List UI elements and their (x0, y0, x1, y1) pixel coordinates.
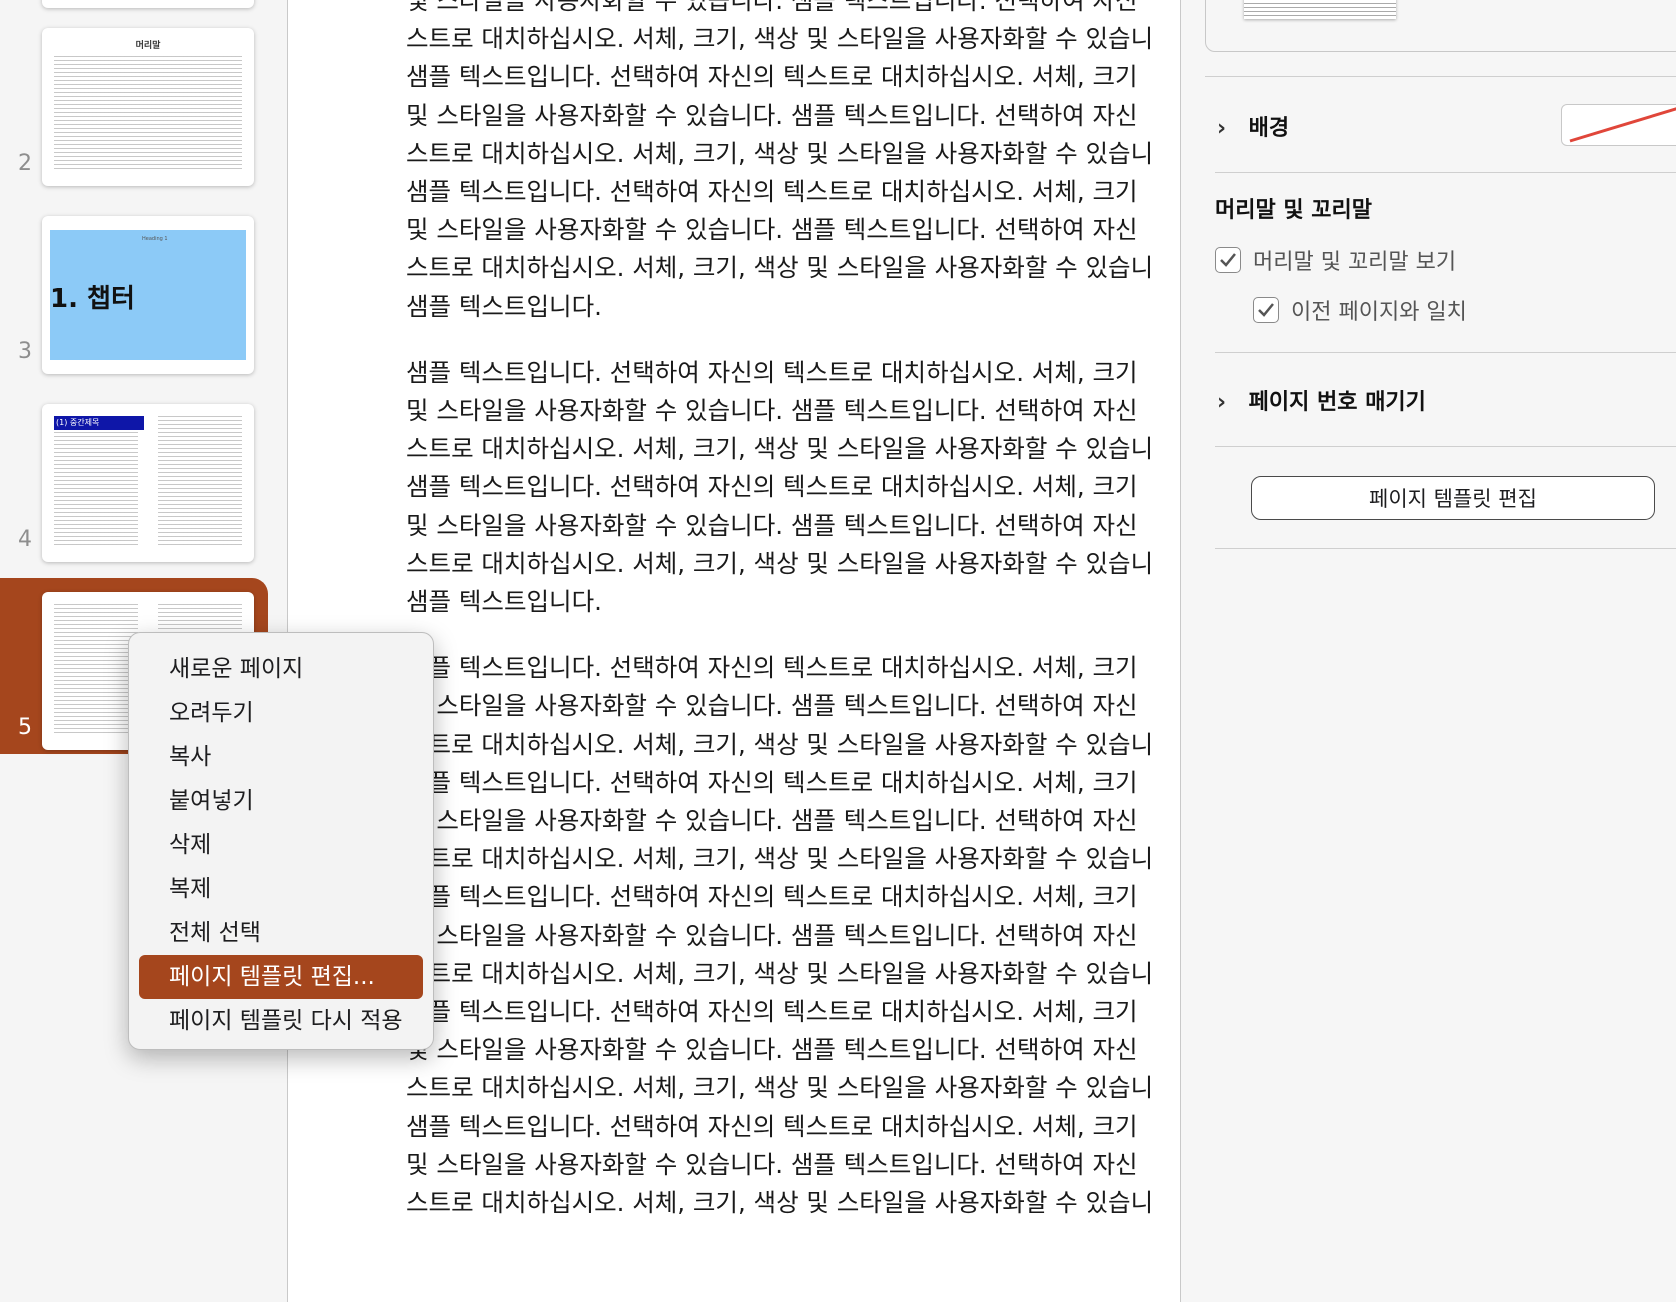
document-text-line: 및 스타일을 사용자화할 수 있습니다. 샘플 텍스트입니다. 선택하여 자신 (406, 0, 1138, 15)
document-text-line: 스트로 대치하십시오. 서체, 크기, 색상 및 스타일을 사용자화할 수 있습… (406, 24, 1154, 54)
menu-item-9[interactable]: 페이지 템플릿 다시 적용 (139, 999, 423, 1043)
checkmark-icon (1220, 253, 1236, 267)
page-numbering-label: 페이지 번호 매기기 (1248, 390, 1426, 415)
page-thumbnail-4[interactable]: (1) 중간제목 (42, 404, 254, 562)
document-text-line: 스트로 대치하십시오. 서체, 크기, 색상 및 스타일을 사용자화할 수 있습… (406, 548, 1154, 578)
document-text-line: 및 스타일을 사용자화할 수 있습니다. 샘플 텍스트입니다. 선택하여 자신 (406, 1035, 1138, 1065)
document-text-line: 및 스타일을 사용자화할 수 있습니다. 샘플 텍스트입니다. 선택하여 자신 (406, 396, 1138, 426)
thumbnail-text-lines (54, 56, 242, 172)
page-number: 4 (18, 527, 32, 552)
document-text-line: 및 스타일을 사용자화할 수 있습니다. 샘플 텍스트입니다. 선택하여 자신 (406, 1149, 1138, 1179)
divider (1215, 352, 1676, 353)
page-number: 5 (18, 715, 32, 740)
edit-page-template-button[interactable]: 페이지 템플릿 편집 (1251, 476, 1655, 520)
section-template-box[interactable]: 섭니 (1205, 0, 1676, 52)
chapter-small-text: Heading 1 (142, 236, 168, 242)
document-text-line: 샘플 텍스트입니다. 선택하여 자신의 텍스트로 대치하십시오. 서체, 크기 (406, 997, 1138, 1027)
document-text-line: 샘플 텍스트입니다. (406, 291, 602, 321)
show-header-footer-label: 머리말 및 꼬리말 보기 (1253, 250, 1457, 275)
thumbnail-text-lines (54, 604, 138, 736)
divider (1215, 548, 1676, 549)
chevron-right-icon: › (1217, 390, 1227, 415)
page-context-menu: 새로운 페이지 오려두기 복사 붙여넣기 삭제 복제 전체 선택 페이지 템플릿 편집... 페… (128, 632, 434, 1050)
header-footer-title: 머리말 및 꼬리말 (1215, 198, 1372, 223)
match-previous-label: 이전 페이지와 일치 (1291, 300, 1467, 325)
document-text-line: 스트로 대치하십시오. 서체, 크기, 색상 및 스타일을 사용자화할 수 있습… (406, 844, 1154, 874)
document-paragraph[interactable]: 샘플 텍스트입니다. 선택하여 자신의 텍스트로 대치하십시오. 서체, 크기및… (406, 649, 1166, 1222)
document-text-line: 스트로 대치하십시오. 서체, 크기, 색상 및 스타일을 사용자화할 수 있습… (406, 958, 1154, 988)
menu-item-5[interactable]: 삭제 (139, 823, 423, 867)
document-inspector: 섭니 › 배경 머리말 및 꼬리말 머리말 및 꼬리말 보기 이전 페이지와 일… (1180, 0, 1676, 1302)
document-text-line: 스트로 대치하십시오. 서체, 크기, 색상 및 스타일을 사용자화할 수 있습… (406, 138, 1154, 168)
document-text-line: 샘플 텍스트입니다. 선택하여 자신의 텍스트로 대치하십시오. 서체, 크기 (406, 767, 1138, 797)
thumbnail-text-lines (158, 416, 242, 548)
divider (1205, 76, 1676, 77)
document-text-line: 샘플 텍스트입니다. 선택하여 자신의 텍스트로 대치하십시오. 서체, 크기 (406, 653, 1138, 683)
menu-item-2[interactable]: 오려두기 (139, 691, 423, 735)
page-number: 3 (18, 339, 32, 364)
show-header-footer-checkbox[interactable] (1215, 247, 1241, 273)
document-text-line: 및 스타일을 사용자화할 수 있습니다. 샘플 텍스트입니다. 선택하여 자신 (406, 215, 1138, 245)
document-text-line: 스트로 대치하십시오. 서체, 크기, 색상 및 스타일을 사용자화할 수 있습… (406, 1188, 1154, 1218)
thumbnail-header-text: 머리말 (135, 41, 161, 51)
checkmark-icon (1258, 303, 1274, 317)
page-number: 2 (18, 151, 32, 176)
thumbnail-heading: (1) 중간제목 (54, 416, 144, 430)
document-text-line: 및 스타일을 사용자화할 수 있습니다. 샘플 텍스트입니다. 선택하여 자신 (406, 510, 1138, 540)
thumbnail-text-lines (54, 432, 138, 548)
document-text-line: 스트로 대치하십시오. 서체, 크기, 색상 및 스타일을 사용자화할 수 있습… (406, 729, 1154, 759)
document-text-line: 스트로 대치하십시오. 서체, 크기, 색상 및 스타일을 사용자화할 수 있습… (406, 434, 1154, 464)
document-text-line: 샘플 텍스트입니다. (406, 587, 602, 617)
document-text-line: 및 스타일을 사용자화할 수 있습니다. 샘플 텍스트입니다. 선택하여 자신 (406, 691, 1138, 721)
show-header-footer-row[interactable]: 머리말 및 꼬리말 보기 (1215, 244, 1456, 276)
page-row-2[interactable]: 머리말 2 (0, 14, 268, 190)
match-previous-checkbox[interactable] (1253, 297, 1279, 323)
document-text-line: 스트로 대치하십시오. 서체, 크기, 색상 및 스타일을 사용자화할 수 있습… (406, 1073, 1154, 1103)
menu-item-4[interactable]: 붙여넣기 (139, 779, 423, 823)
document-text-line: 샘플 텍스트입니다. 선택하여 자신의 텍스트로 대치하십시오. 서체, 크기 (406, 472, 1138, 502)
page-row-4[interactable]: (1) 중간제목 4 (0, 390, 268, 566)
document-text-line: 및 스타일을 사용자화할 수 있습니다. 샘플 텍스트입니다. 선택하여 자신 (406, 920, 1138, 950)
no-fill-icon (1569, 107, 1676, 143)
document-body[interactable]: 및 스타일을 사용자화할 수 있습니다. 샘플 텍스트입니다. 선택하여 자신스… (406, 0, 1166, 1250)
page-thumbnail-1[interactable] (42, 0, 254, 8)
divider (1215, 172, 1676, 173)
document-text-line: 샘플 텍스트입니다. 선택하여 자신의 텍스트로 대치하십시오. 서체, 크기 (406, 62, 1138, 92)
page-thumbnail-2[interactable]: 머리말 (42, 28, 254, 186)
menu-item-3[interactable]: 복사 (139, 735, 423, 779)
background-fill-swatch[interactable] (1561, 104, 1676, 146)
document-text-line: 샘플 텍스트입니다. 선택하여 자신의 텍스트로 대치하십시오. 서체, 크기 (406, 357, 1138, 387)
page-numbering-disclosure[interactable]: › 페이지 번호 매기기 (1217, 384, 1426, 416)
template-thumbnail[interactable] (1244, 0, 1396, 19)
menu-item-6[interactable]: 복제 (139, 867, 423, 911)
chevron-right-icon: › (1217, 116, 1227, 141)
document-text-line: 스트로 대치하십시오. 서체, 크기, 색상 및 스타일을 사용자화할 수 있습… (406, 253, 1154, 283)
page-row-3[interactable]: Heading 1 1. 챕터 3 (0, 202, 268, 378)
document-paragraph[interactable]: 샘플 텍스트입니다. 선택하여 자신의 텍스트로 대치하십시오. 서체, 크기및… (406, 354, 1166, 621)
menu-item-1[interactable]: 새로운 페이지 (139, 647, 423, 691)
background-label: 배경 (1248, 116, 1290, 141)
chapter-title: 1. 챕터 (50, 284, 135, 314)
document-text-line: 및 스타일을 사용자화할 수 있습니다. 샘플 텍스트입니다. 선택하여 자신 (406, 806, 1138, 836)
menu-item-8[interactable]: 페이지 템플릿 편집... (139, 955, 423, 999)
match-previous-row[interactable]: 이전 페이지와 일치 (1253, 294, 1467, 326)
document-text-line: 샘플 텍스트입니다. 선택하여 자신의 텍스트로 대치하십시오. 서체, 크기 (406, 1111, 1138, 1141)
document-text-line: 및 스타일을 사용자화할 수 있습니다. 샘플 텍스트입니다. 선택하여 자신 (406, 100, 1138, 130)
document-text-line: 샘플 텍스트입니다. 선택하여 자신의 텍스트로 대치하십시오. 서체, 크기 (406, 177, 1138, 207)
document-text-line: 샘플 텍스트입니다. 선택하여 자신의 텍스트로 대치하십시오. 서체, 크기 (406, 882, 1138, 912)
background-disclosure[interactable]: › 배경 (1217, 110, 1289, 142)
menu-item-7[interactable]: 전체 선택 (139, 911, 423, 955)
page-thumbnail-3[interactable]: Heading 1 1. 챕터 (42, 216, 254, 374)
divider (1215, 446, 1676, 447)
document-paragraph[interactable]: 및 스타일을 사용자화할 수 있습니다. 샘플 텍스트입니다. 선택하여 자신스… (406, 0, 1166, 326)
